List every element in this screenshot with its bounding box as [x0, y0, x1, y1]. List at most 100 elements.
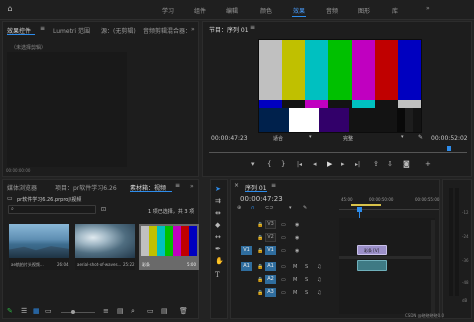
source-patch-v1[interactable]: V1	[241, 246, 252, 255]
work-area-bar[interactable]	[351, 204, 381, 206]
track-target-v2[interactable]: V2	[265, 233, 276, 242]
mute-button[interactable]: M	[293, 290, 297, 296]
find-icon[interactable]: ⊡	[101, 206, 106, 213]
ripple-edit-icon[interactable]: ⇹	[215, 210, 221, 217]
new-bin-icon[interactable]: ▭	[147, 308, 154, 315]
search-input[interactable]: ⌕	[8, 205, 96, 214]
microphone-icon[interactable]: ♫	[317, 290, 321, 296]
playhead-marker[interactable]	[447, 146, 451, 151]
eye-icon[interactable]: ◉	[295, 248, 299, 254]
sync-lock-icon[interactable]: ▭	[281, 248, 286, 254]
microphone-icon[interactable]: ♫	[317, 264, 321, 270]
tab-lumetri-scopes[interactable]: Lumetri 范围	[53, 26, 90, 35]
find-icon[interactable]: ⌕	[131, 308, 135, 315]
fit-dropdown[interactable]: 适合 ▾	[273, 134, 317, 143]
menu-item-effects[interactable]: 效果	[293, 6, 305, 15]
go-to-in-icon[interactable]: |◂	[297, 161, 302, 168]
sort-icon[interactable]: ≡	[103, 308, 109, 315]
trash-icon[interactable]: 🗑	[179, 308, 188, 315]
eye-icon[interactable]: ◉	[295, 235, 299, 241]
add-marker-icon[interactable]: ▾	[251, 161, 255, 168]
menu-item-learn[interactable]: 学习	[162, 6, 174, 15]
sync-lock-icon[interactable]: ▭	[281, 264, 286, 270]
lock-icon[interactable]: 🔒	[257, 277, 263, 283]
lock-icon[interactable]: 🔒	[257, 248, 263, 254]
freeform-view-icon[interactable]: ▭	[45, 308, 52, 315]
program-scrubber[interactable]	[209, 146, 467, 153]
icon-view-icon[interactable]: ▦	[33, 308, 40, 315]
slip-icon[interactable]: ↔	[215, 234, 221, 241]
tab-source[interactable]: 源：(无剪辑)	[101, 26, 136, 35]
panel-menu-icon[interactable]: ≡	[250, 24, 255, 31]
timeline-timecode[interactable]: 00:00:47:23	[240, 195, 283, 203]
clip-thumbnail-waves[interactable]: aerial-shot-of-waves... 25:22	[75, 224, 135, 270]
track-lanes[interactable]: 彩条 [V]	[339, 218, 435, 314]
tab-audio-clip-mixer[interactable]: 音频剪辑混合器：	[143, 26, 191, 35]
tab-project[interactable]: 项目：pr软件学习6.26	[55, 183, 117, 192]
track-divider[interactable]	[339, 256, 435, 259]
go-to-out-icon[interactable]: ▸|	[355, 161, 360, 168]
zoom-slider-handle[interactable]	[71, 310, 75, 314]
pencil-icon[interactable]: ✎	[7, 308, 13, 315]
step-forward-icon[interactable]: ▸	[341, 161, 345, 168]
eye-icon[interactable]: ◉	[295, 222, 299, 228]
menu-item-audio[interactable]: 音频	[326, 6, 338, 15]
microphone-icon[interactable]: ♫	[317, 277, 321, 283]
time-ruler[interactable]: 45:00 00:00:50:00 00:00:55:00	[339, 196, 439, 210]
lock-icon[interactable]: 🔒	[257, 264, 263, 270]
clip-thumbnail-color-bars[interactable]: 彩条 5:00	[139, 224, 199, 270]
solo-button[interactable]: S	[305, 290, 308, 296]
lock-icon[interactable]: 🔒	[257, 235, 263, 241]
menu-item-color[interactable]: 颜色	[260, 6, 272, 15]
sync-lock-icon[interactable]: ▭	[281, 290, 286, 296]
play-icon[interactable]: ▶	[327, 161, 332, 168]
panel-menu-icon[interactable]: ≡	[271, 182, 276, 189]
panel-menu-icon[interactable]: ≡	[175, 182, 180, 189]
list-view-icon[interactable]: ☰	[21, 308, 27, 315]
menu-item-graphics[interactable]: 图形	[358, 6, 370, 15]
sync-lock-icon[interactable]: ▭	[281, 222, 286, 228]
tab-media-browser[interactable]: 媒体浏览器	[7, 183, 37, 192]
sync-lock-icon[interactable]: ▭	[281, 277, 286, 283]
razor-icon[interactable]: ◆	[215, 222, 220, 229]
settings-icon[interactable]: ✎	[303, 205, 307, 211]
lift-icon[interactable]: ⇪	[373, 161, 379, 168]
timeline-scrollbar[interactable]	[431, 220, 435, 316]
panel-overflow-button[interactable]: »	[191, 26, 195, 33]
solo-button[interactable]: S	[305, 264, 308, 270]
automate-icon[interactable]: ▤	[117, 308, 124, 315]
pen-icon[interactable]: ✒	[215, 246, 221, 253]
lock-icon[interactable]: 🔒	[257, 222, 263, 228]
type-tool-icon[interactable]: T	[215, 272, 220, 279]
clip-thumbnail-aerial[interactable]: ae航拍片头视频... 26:04	[9, 224, 69, 270]
selection-tool-icon[interactable]: ➤	[215, 186, 221, 193]
linked-selection-icon[interactable]: ⊂⊃	[265, 205, 273, 211]
zoom-slider[interactable]	[61, 310, 95, 314]
snap-icon[interactable]: ∩	[251, 205, 255, 211]
track-target-a1[interactable]: A1	[265, 262, 276, 271]
mute-button[interactable]: M	[293, 264, 297, 270]
solo-button[interactable]: S	[305, 277, 308, 283]
nest-icon[interactable]: ⊕	[237, 205, 241, 211]
track-target-v1[interactable]: V1	[265, 246, 276, 255]
extract-icon[interactable]: ⇩	[387, 161, 393, 168]
home-icon[interactable]: ⌂	[6, 5, 14, 13]
audio-clip-a1[interactable]	[357, 260, 387, 271]
mute-button[interactable]: M	[293, 277, 297, 283]
track-select-icon[interactable]: ⇉	[215, 198, 221, 205]
camera-icon[interactable]: ◙	[403, 161, 410, 168]
wrench-icon[interactable]: ✎	[418, 134, 423, 141]
menu-item-assembly[interactable]: 组件	[194, 6, 206, 15]
mark-in-icon[interactable]: {	[267, 161, 271, 168]
menu-overflow-button[interactable]: »	[426, 5, 430, 12]
panel-menu-icon[interactable]: ≡	[40, 25, 45, 32]
program-playhead-timecode[interactable]: 00:00:47:23	[211, 135, 248, 142]
add-marker-icon[interactable]: ▾	[289, 205, 292, 211]
close-icon[interactable]: ×	[234, 182, 239, 189]
quality-dropdown[interactable]: 完整 ▾	[343, 134, 411, 143]
menu-item-libraries[interactable]: 库	[392, 6, 398, 15]
track-target-a2[interactable]: A2	[265, 275, 276, 284]
new-item-icon[interactable]: ▤	[161, 308, 168, 315]
hand-icon[interactable]: ✋	[215, 258, 224, 265]
track-target-v3[interactable]: V3	[265, 220, 276, 229]
